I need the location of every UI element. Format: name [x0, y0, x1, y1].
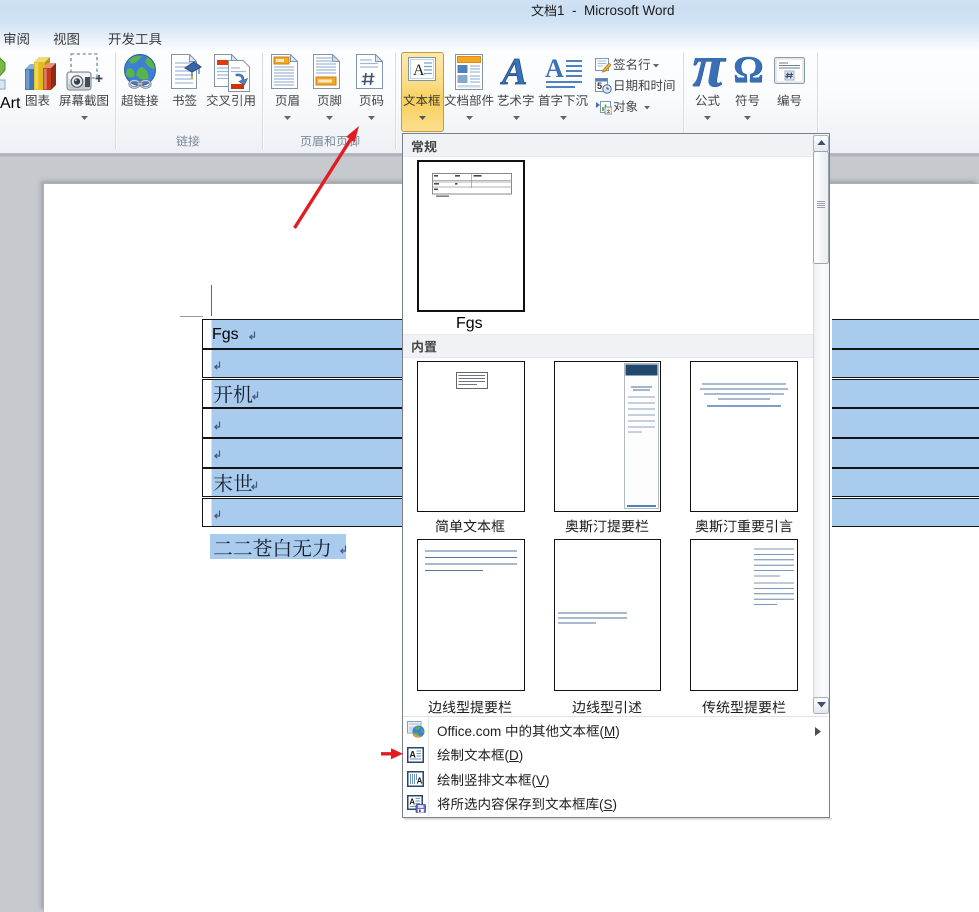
svg-text:A: A [413, 62, 425, 79]
svg-text:A: A [417, 777, 423, 786]
svg-text:5: 5 [597, 81, 602, 91]
svg-text:A: A [409, 798, 415, 807]
svg-text:A: A [409, 750, 416, 760]
svg-text:A: A [500, 52, 527, 90]
svg-text:A: A [545, 54, 564, 83]
